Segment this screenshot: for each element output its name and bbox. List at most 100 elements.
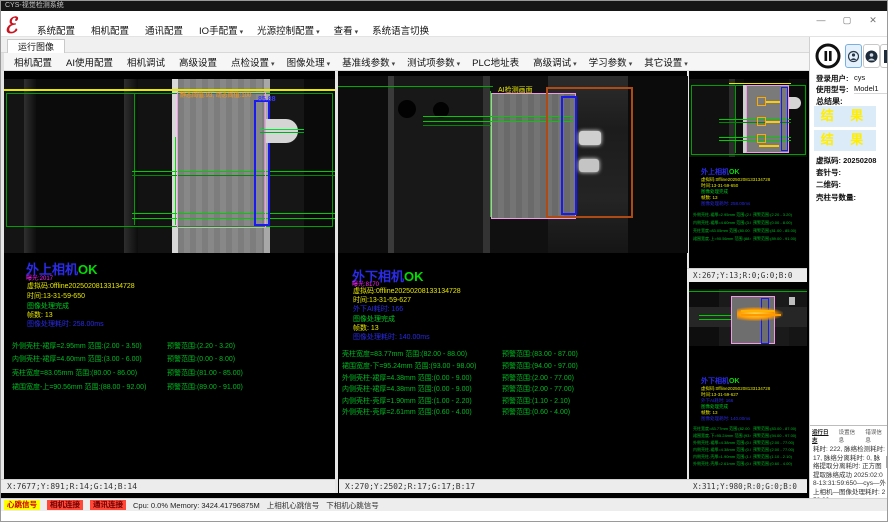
menu-comm-config[interactable]: 通讯配置 xyxy=(145,23,185,35)
mini-measure-warn: 预警范围:(2.00 - 77.00) xyxy=(753,440,805,446)
cpu-memory-text: Cpu: 0.0% Memory: 3424.41796875M xyxy=(133,501,260,510)
tool-baseline-params[interactable]: 基准线参数▾ xyxy=(342,55,395,69)
tool-camera-debug[interactable]: 相机调试 xyxy=(127,55,167,69)
tool-plc-table[interactable]: PLC地址表 xyxy=(472,55,521,69)
upper-camera-image-view[interactable]: 85.88 静态阈值:93, 动态阈值:100 xyxy=(4,79,335,253)
mini-measure-warn: 预警范围:(81.00 - 85.00) xyxy=(753,228,805,234)
measurement-warn: 预警范围:(94.00 - 97.00) xyxy=(502,361,578,371)
measurement-row: 内侧壳柱-裙厚=4.38mm 范围:(0.00 - 9.00) xyxy=(342,384,472,394)
qrcode-label: 二维码: xyxy=(816,179,841,190)
tool-advanced-settings[interactable]: 高级设置 xyxy=(179,55,219,69)
log-tab-errors[interactable]: 错误信息 xyxy=(865,428,887,444)
measure-line-green xyxy=(689,291,807,292)
elapsed-text: 图像处理耗时: 258.00ms xyxy=(27,319,104,329)
menu-io-config[interactable]: IO手配置▾ xyxy=(199,23,243,35)
mini-measure-warn: 预警范围:(2.20 - 3.20) xyxy=(753,212,805,218)
tool-other-settings[interactable]: 其它设置▾ xyxy=(644,55,688,69)
feature-mark-yellow xyxy=(766,121,780,123)
tool-image-processing[interactable]: 图像处理▾ xyxy=(287,55,331,69)
menu-system-config[interactable]: 系统配置 xyxy=(37,23,77,35)
right-sidebar: 登录用户: cys 使用型号: Model1 总结果: 结 果 结 果 虚拟码:… xyxy=(809,37,888,498)
mini-measure-row: 内侧壳柱-壳厚=1.90mm 范围:(1.00 - 2.20) xyxy=(693,454,751,460)
title-bar: CYS-视觉检测系统 xyxy=(1,1,888,11)
lower-camera-image-view[interactable]: AI检测画面 xyxy=(338,76,688,253)
mini-measure-warn: 预警范围:(83.00 - 87.00) xyxy=(753,426,805,432)
measurement-warn: 预警范围:(81.00 - 85.00) xyxy=(167,368,243,378)
log-panel: 运行日志 设置信息 错误信息 耗时: 222, 脉络检测耗时: 17, 脉络分离… xyxy=(810,425,888,499)
log-tab-run[interactable]: 运行日志 xyxy=(812,428,834,444)
measure-line-green xyxy=(423,125,491,126)
feature-mark-yellow xyxy=(766,101,780,103)
pause-button[interactable] xyxy=(815,43,841,69)
measurement-warn: 预警范围:(83.00 - 87.00) xyxy=(502,349,578,359)
mini-measure-warn: 预警范围:(0.00 - 8.00) xyxy=(753,220,805,226)
ai-region-label: AI检测画面 xyxy=(498,85,533,95)
tool-test-params[interactable]: 测试项参数▾ xyxy=(407,55,460,69)
mini-measure-warn: 预警范围:(94.00 - 97.00) xyxy=(753,433,805,439)
menu-view[interactable]: 查看▾ xyxy=(334,23,359,35)
measure-line-green xyxy=(175,137,176,225)
measure-line-green xyxy=(338,86,493,87)
heartbeat-badge: 心跳信号 xyxy=(4,500,40,510)
tool-ai-config[interactable]: AI使用配置 xyxy=(66,55,115,69)
roi-rect-blue xyxy=(761,298,769,344)
close-icon[interactable]: ✕ xyxy=(867,15,879,26)
mini-lower-image-view[interactable] xyxy=(689,289,807,346)
camera-panel-lower: AI检测画面 外下相机OK 曝光:8170 虚拟码:0ffline2025020… xyxy=(338,71,688,493)
roi-rect-blue xyxy=(781,87,788,151)
app-status-bar: 心跳信号 相机连接 通讯连接 Cpu: 0.0% Memory: 3424.41… xyxy=(1,498,888,511)
pixel-coords-bar: X:311;Y:980;R:0;G:0;B:0 xyxy=(687,479,807,493)
toolbar: 相机配置 AI使用配置 相机调试 高级设置 点检设置▾ 图像处理▾ 基准线参数▾… xyxy=(1,53,809,71)
maximize-icon[interactable]: ▢ xyxy=(841,15,853,26)
feature-mark-orange xyxy=(741,314,781,316)
measurement-warn: 预警范围:(2.00 - 77.00) xyxy=(502,384,574,394)
mini-upper-image-view[interactable] xyxy=(689,79,807,157)
needle-number-label: 套针号: xyxy=(816,167,841,178)
time-text: 时间:13-31-59-650 xyxy=(27,291,85,301)
menu-light-config[interactable]: 光源控制配置▾ xyxy=(257,23,320,35)
tab-run-image[interactable]: 运行图像 xyxy=(7,39,65,54)
mini-measure-row: 外侧壳柱-壳厚=2.61mm 范围:(0.60 - 4.00) xyxy=(693,461,751,467)
tab-bar: 运行图像 xyxy=(1,37,809,53)
virtual-code-value: 虚拟码: 20250208 xyxy=(816,155,876,166)
laser-line-yellow xyxy=(4,89,335,91)
barcode-text: 虚拟码:0ffline20250208133134728 xyxy=(27,281,135,291)
tool-advanced-debug[interactable]: 高级调试▾ xyxy=(533,55,577,69)
window-controls: — ▢ ✕ xyxy=(815,15,879,26)
user-mode-button[interactable] xyxy=(845,44,862,68)
app-window: CYS-视觉检测系统 ℰ 系统配置 相机配置 通讯配置 IO手配置▾ 光源控制配… xyxy=(0,0,888,522)
operator-button[interactable] xyxy=(863,44,880,68)
tool-learning-params[interactable]: 学习参数▾ xyxy=(589,55,633,69)
model-value[interactable]: Model1 xyxy=(854,84,888,94)
mini-elapsed: 图像处理耗时: 258.00ms xyxy=(701,201,801,207)
connector-part xyxy=(266,119,298,143)
measurement-warn: 预警范围:(0.00 - 8.00) xyxy=(167,354,235,364)
mini-measure-warn: 预警范围:(89.00 - 91.00) xyxy=(753,236,805,242)
bright-part xyxy=(789,297,795,305)
menu-camera-config[interactable]: 相机配置 xyxy=(91,23,131,35)
measure-line-green xyxy=(260,132,304,133)
measurement-warn: 预警范围:(2.20 - 3.20) xyxy=(167,341,235,351)
measurement-row: 裙围宽度-上=90.56mm 范围:(88.00 - 92.00) xyxy=(12,382,146,392)
comm-link-badge: 通讯连接 xyxy=(90,500,126,510)
mini-measure-row: 壳柱宽度=83.77mm 范围:(82.00 - 88.00) xyxy=(693,426,751,432)
mini-measure-warn: 预警范围:(1.10 - 2.10) xyxy=(753,454,805,460)
threshold-overlay-text: 静态阈值:93, 动态阈值:100 xyxy=(180,90,251,99)
measure-line-green xyxy=(134,93,135,225)
mini-panel-lower: 外下相机OK 虚拟码:0ffline20250208133134728 时间:1… xyxy=(689,286,807,493)
log-tab-settings[interactable]: 设置信息 xyxy=(839,428,861,444)
tool-camera-config[interactable]: 相机配置 xyxy=(14,55,54,69)
shell-count-label: 壳柱号数量: xyxy=(816,192,856,203)
mini-panel-upper: 外上相机OK 虚拟码:0ffline20250208133134728 时间:1… xyxy=(689,71,807,283)
menu-language-switch[interactable]: 系统语言切换 xyxy=(372,23,431,35)
minimize-icon[interactable]: — xyxy=(815,15,827,26)
measurement-warn: 预警范围:(89.00 - 91.00) xyxy=(167,382,243,392)
elapsed-text: 图像处理耗时: 140.00ms xyxy=(353,332,430,342)
user-badge-icon xyxy=(865,50,878,63)
bright-part xyxy=(579,131,601,145)
measurement-warn: 预警范围:(1.10 - 2.10) xyxy=(502,396,570,406)
tool-spot-check[interactable]: 点检设置▾ xyxy=(231,55,275,69)
roi-rect-blue xyxy=(561,96,577,215)
exit-button[interactable] xyxy=(880,44,888,68)
exit-icon xyxy=(882,49,888,64)
